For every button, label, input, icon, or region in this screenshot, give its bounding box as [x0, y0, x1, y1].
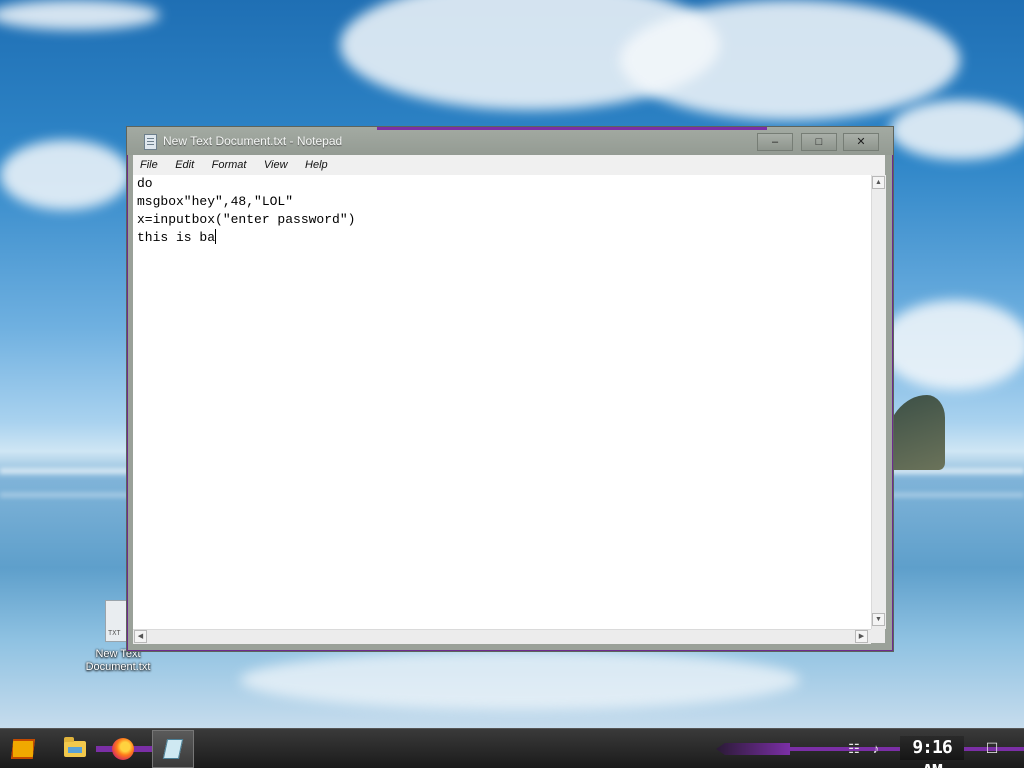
cloud: [0, 140, 130, 210]
editor-line-text: this is ba: [137, 230, 216, 245]
start-button[interactable]: [6, 733, 40, 765]
scroll-up-arrow[interactable]: ▲: [872, 176, 885, 189]
notification-icon[interactable]: ☐: [982, 738, 1002, 758]
menu-edit[interactable]: Edit: [168, 156, 200, 176]
taskbar-clock[interactable]: 9:16 AM: [900, 736, 964, 768]
title-accent: [377, 127, 767, 130]
scroll-left-arrow[interactable]: ◀: [134, 630, 147, 643]
menu-help[interactable]: Help: [298, 156, 334, 176]
notepad-icon: [162, 739, 184, 759]
maximize-button[interactable]: □: [801, 133, 837, 151]
title-bar[interactable]: New Text Document.txt - Notepad – □ ✕: [127, 127, 893, 155]
rock: [885, 395, 945, 470]
menu-view[interactable]: View: [257, 156, 294, 176]
system-tray: ☷ ♪: [846, 737, 890, 761]
editor-line: msgbox"hey",48,"LOL": [137, 194, 294, 209]
text-caret: [215, 229, 217, 244]
text-editor[interactable]: do msgbox"hey",48,"LOL" x=inputbox("ente…: [133, 175, 871, 629]
firefox-icon: [112, 738, 134, 760]
scroll-down-arrow[interactable]: ▼: [872, 613, 885, 626]
close-button[interactable]: ✕: [843, 133, 879, 151]
resize-grip[interactable]: [871, 629, 885, 643]
scroll-right-arrow[interactable]: ▶: [855, 630, 868, 643]
notepad-window: New Text Document.txt - Notepad – □ ✕ Fi…: [126, 126, 894, 652]
notepad-taskbar-button[interactable]: [152, 730, 194, 768]
menu-format[interactable]: Format: [205, 156, 253, 176]
taskbar: ☷ ♪: [0, 728, 1024, 768]
cloud: [890, 100, 1024, 160]
menu-bar: File Edit Format View Help: [133, 155, 885, 176]
notepad-icon: [144, 134, 157, 150]
cloud: [880, 300, 1024, 390]
vertical-scrollbar[interactable]: ▲ ▼: [871, 175, 886, 629]
firefox-button[interactable]: [106, 733, 140, 765]
start-icon: [11, 739, 35, 759]
window-title: New Text Document.txt - Notepad: [163, 134, 343, 148]
cloud: [0, 0, 160, 30]
cloud-reflection: [240, 650, 800, 710]
file-explorer-button[interactable]: [58, 733, 92, 765]
volume-icon[interactable]: ♪: [868, 741, 884, 757]
cloud: [620, 0, 960, 120]
editor-line: x=inputbox("enter password"): [137, 212, 356, 227]
menu-file[interactable]: File: [133, 156, 164, 176]
horizontal-scrollbar[interactable]: ◀ ▶: [133, 629, 871, 644]
editor-line: do: [137, 176, 153, 191]
folder-icon: [64, 737, 86, 757]
taskbar-accent: [716, 743, 790, 755]
editor-line-current: this is ba: [133, 229, 871, 247]
minimize-button[interactable]: –: [757, 133, 793, 151]
network-icon[interactable]: ☷: [846, 741, 862, 757]
